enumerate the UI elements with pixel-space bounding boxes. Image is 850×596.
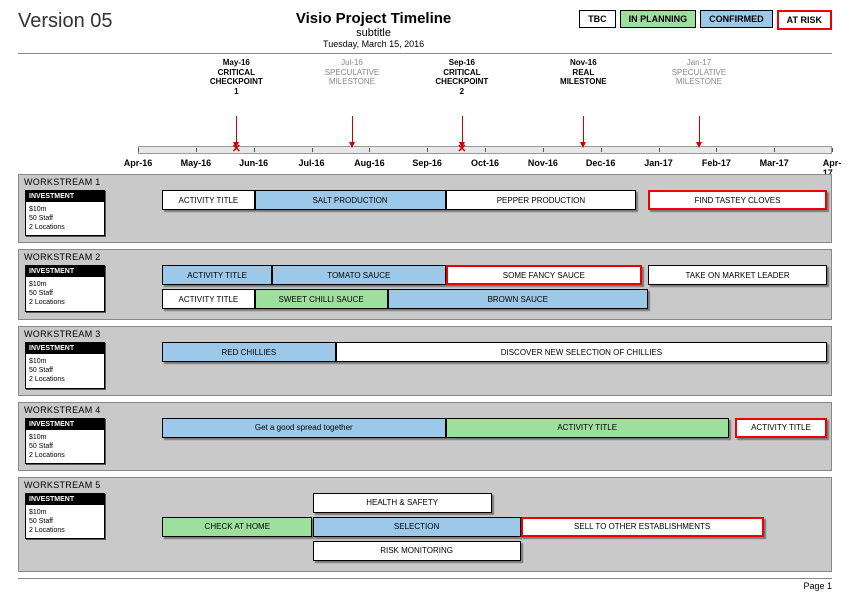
investment-head: INVESTMENT	[26, 494, 104, 505]
milestone-label: May-16CRITICALCHECKPOINT1	[191, 58, 281, 96]
workstream: WORKSTREAM 1INVESTMENT$10m50 Staff2 Loca…	[18, 174, 832, 243]
version-label: Version 05	[18, 10, 168, 33]
legend-tbc: TBC	[579, 10, 616, 28]
investment-body: $10m50 Staff2 Locations	[26, 505, 104, 538]
activity-bar: RED CHILLIES	[162, 342, 336, 362]
tick-row: Apr-16May-16Jun-16Jul-16Aug-16Sep-16Oct-…	[138, 156, 832, 170]
lane-row: RISK MONITORING	[111, 541, 827, 561]
page-date: Tuesday, March 15, 2016	[168, 39, 579, 49]
axis-tick: Dec-16	[586, 158, 616, 168]
axis-tick: Jan-17	[644, 158, 673, 168]
lane-row: Get a good spread togetherACTIVITY TITLE…	[111, 418, 827, 438]
milestone-label: Jan-17SPECULATIVEMILESTONE	[654, 58, 744, 87]
axis-tick: Apr-16	[124, 158, 153, 168]
milestone-label: Nov-16REALMILESTONE	[538, 58, 628, 87]
workstream: WORKSTREAM 5INVESTMENT$10m50 Staff2 Loca…	[18, 477, 832, 572]
axis-tick: Aug-16	[354, 158, 385, 168]
axis-tick: Sep-16	[412, 158, 442, 168]
lane-area: RED CHILLIESDISCOVER NEW SELECTION OF CH…	[111, 342, 827, 366]
milestone-arrow-icon	[583, 116, 584, 144]
investment-head: INVESTMENT	[26, 266, 104, 277]
activity-bar: PEPPER PRODUCTION	[446, 190, 637, 210]
investment-box: INVESTMENT$10m50 Staff2 Locations	[25, 493, 105, 539]
legend: TBC IN PLANNING CONFIRMED AT RISK	[579, 10, 832, 30]
investment-box: INVESTMENT$10m50 Staff2 Locations	[25, 190, 105, 236]
axis-tick: May-16	[181, 158, 212, 168]
workstream: WORKSTREAM 3INVESTMENT$10m50 Staff2 Loca…	[18, 326, 832, 395]
lane-area: ACTIVITY TITLESALT PRODUCTIONPEPPER PROD…	[111, 190, 827, 214]
milestone-x-icon: ✕	[457, 142, 466, 155]
axis-tick: Jul-16	[298, 158, 324, 168]
milestone-label: Sep-16CRITICALCHECKPOINT2	[417, 58, 507, 96]
workstream-title: WORKSTREAM 1	[19, 175, 831, 190]
lane-area: HEALTH & SAFETYCHECK AT HOMESELECTIONSEL…	[111, 493, 827, 565]
milestone-label: Jul-16SPECULATIVEMILESTONE	[307, 58, 397, 87]
investment-body: $10m50 Staff2 Locations	[26, 430, 104, 463]
workstream-title: WORKSTREAM 5	[19, 478, 831, 493]
activity-bar: BROWN SAUCE	[388, 289, 648, 309]
page-footer: Page 1	[18, 578, 832, 591]
activity-bar: HEALTH & SAFETY	[313, 493, 492, 513]
activity-bar: CHECK AT HOME	[162, 517, 312, 537]
lane-row: HEALTH & SAFETY	[111, 493, 827, 513]
lane-row: RED CHILLIESDISCOVER NEW SELECTION OF CH…	[111, 342, 827, 362]
workstream-title: WORKSTREAM 3	[19, 327, 831, 342]
axis-tick: Feb-17	[702, 158, 731, 168]
investment-body: $10m50 Staff2 Locations	[26, 202, 104, 235]
workstream-title: WORKSTREAM 2	[19, 250, 831, 265]
investment-box: INVESTMENT$10m50 Staff2 Locations	[25, 342, 105, 388]
activity-bar: ACTIVITY TITLE	[446, 418, 729, 438]
lane-row: ACTIVITY TITLESWEET CHILLI SAUCEBROWN SA…	[111, 289, 827, 309]
milestone-x-icon: ✕	[232, 142, 241, 155]
workstream: WORKSTREAM 2INVESTMENT$10m50 Staff2 Loca…	[18, 249, 832, 320]
activity-bar: TAKE ON MARKET LEADER	[648, 265, 827, 285]
lane-area: ACTIVITY TITLETOMATO SAUCESOME FANCY SAU…	[111, 265, 827, 313]
investment-head: INVESTMENT	[26, 343, 104, 354]
legend-planning: IN PLANNING	[620, 10, 697, 28]
milestone-arrow-icon	[352, 116, 353, 144]
activity-bar: SWEET CHILLI SAUCE	[255, 289, 388, 309]
lane-row: ACTIVITY TITLETOMATO SAUCESOME FANCY SAU…	[111, 265, 827, 285]
activity-bar: FIND TASTEY CLOVES	[648, 190, 827, 210]
legend-confirmed: CONFIRMED	[700, 10, 773, 28]
investment-box: INVESTMENT$10m50 Staff2 Locations	[25, 265, 105, 311]
activity-bar: ACTIVITY TITLE	[162, 190, 255, 210]
investment-body: $10m50 Staff2 Locations	[26, 354, 104, 387]
investment-head: INVESTMENT	[26, 419, 104, 430]
workstream: WORKSTREAM 4INVESTMENT$10m50 Staff2 Loca…	[18, 402, 832, 471]
activity-bar: Get a good spread together	[162, 418, 445, 438]
milestone-arrow-icon	[236, 116, 237, 144]
lane-row: CHECK AT HOMESELECTIONSELL TO OTHER ESTA…	[111, 517, 827, 537]
legend-risk: AT RISK	[777, 10, 832, 30]
axis-tick: Jun-16	[239, 158, 268, 168]
investment-box: INVESTMENT$10m50 Staff2 Locations	[25, 418, 105, 464]
activity-bar: DISCOVER NEW SELECTION OF CHILLIES	[336, 342, 828, 362]
activity-bar: TOMATO SAUCE	[272, 265, 446, 285]
activity-bar: SELECTION	[313, 517, 521, 537]
axis-tick: Oct-16	[471, 158, 499, 168]
axis-tick: Nov-16	[528, 158, 558, 168]
activity-bar: SOME FANCY SAUCE	[446, 265, 643, 285]
lane-row: ACTIVITY TITLESALT PRODUCTIONPEPPER PROD…	[111, 190, 827, 210]
activity-bar: SELL TO OTHER ESTABLISHMENTS	[521, 517, 764, 537]
milestone-arrow-icon	[699, 116, 700, 144]
activity-bar: RISK MONITORING	[313, 541, 521, 561]
investment-head: INVESTMENT	[26, 191, 104, 202]
workstream-title: WORKSTREAM 4	[19, 403, 831, 418]
lane-area: Get a good spread togetherACTIVITY TITLE…	[111, 418, 827, 442]
axis-tick: Mar-17	[760, 158, 789, 168]
activity-bar: ACTIVITY TITLE	[162, 289, 255, 309]
activity-bar: ACTIVITY TITLE	[735, 418, 828, 438]
header: Version 05 Visio Project Timeline subtit…	[18, 10, 832, 54]
timeline-axis-zone: May-16CRITICALCHECKPOINT1 Jul-16SPECULATI…	[18, 58, 832, 168]
activity-bar: SALT PRODUCTION	[255, 190, 446, 210]
activity-bar: ACTIVITY TITLE	[162, 265, 272, 285]
page-title: Visio Project Timeline	[168, 10, 579, 27]
investment-body: $10m50 Staff2 Locations	[26, 277, 104, 310]
title-block: Visio Project Timeline subtitle Tuesday,…	[168, 10, 579, 49]
page-subtitle: subtitle	[168, 27, 579, 39]
milestone-arrow-icon	[462, 116, 463, 144]
